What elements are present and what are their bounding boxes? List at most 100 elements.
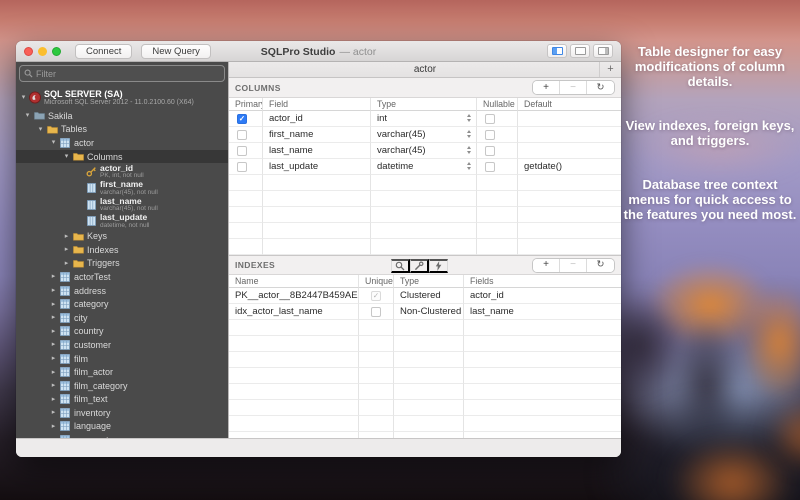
refresh-indexes-button[interactable]: ↻ xyxy=(587,259,614,272)
tree-item-city[interactable]: ▸city xyxy=(16,311,228,325)
close-button[interactable] xyxy=(24,47,33,56)
tree-item-film-text[interactable]: ▸film_text xyxy=(16,393,228,407)
index-name-cell[interactable]: idx_actor_last_name xyxy=(229,304,359,320)
primary-checkbox[interactable] xyxy=(237,130,247,140)
titlebar[interactable]: Connect New Query SQLPro Studio — actor xyxy=(16,41,621,62)
tree-item-actor-id[interactable]: actor_idPK, int, not null xyxy=(16,163,228,180)
index-empty-row[interactable] xyxy=(229,352,621,368)
disclosure-down-icon[interactable]: ▾ xyxy=(48,139,59,146)
primary-checkbox[interactable] xyxy=(237,114,247,124)
refresh-columns-button[interactable]: ↻ xyxy=(587,81,614,94)
disclosure-right-icon[interactable]: ▸ xyxy=(48,355,59,362)
tree-item-country[interactable]: ▸country xyxy=(16,325,228,339)
field-cell[interactable]: last_name xyxy=(263,143,371,159)
disclosure-down-icon[interactable]: ▾ xyxy=(22,112,33,119)
disclosure-right-icon[interactable]: ▸ xyxy=(61,233,72,240)
disclosure-right-icon[interactable]: ▸ xyxy=(48,341,59,348)
index-type-cell[interactable]: Clustered xyxy=(394,288,464,304)
tree-item-last-name[interactable]: last_namevarchar(45), not null xyxy=(16,196,228,213)
tree-item-customer[interactable]: ▸customer xyxy=(16,338,228,352)
index-empty-row[interactable] xyxy=(229,320,621,336)
column-empty-row[interactable] xyxy=(229,239,621,255)
filter-box[interactable] xyxy=(19,65,225,82)
field-cell[interactable]: last_update xyxy=(263,159,371,175)
disclosure-down-icon[interactable]: ▾ xyxy=(61,153,72,160)
column-empty-row[interactable] xyxy=(229,191,621,207)
type-stepper[interactable] xyxy=(467,162,471,170)
type-cell[interactable]: datetime xyxy=(371,159,477,175)
tree-item-actortest[interactable]: ▸actorTest xyxy=(16,270,228,284)
new-query-button[interactable]: New Query xyxy=(141,44,211,59)
tree-item-language[interactable]: ▸language xyxy=(16,420,228,434)
disclosure-right-icon[interactable]: ▸ xyxy=(48,328,59,335)
toggle-right-panel-button[interactable] xyxy=(593,44,613,58)
disclosure-right-icon[interactable]: ▸ xyxy=(48,369,59,376)
index-type-cell[interactable]: Non-Clustered xyxy=(394,304,464,320)
type-cell[interactable]: int xyxy=(371,111,477,127)
column-empty-row[interactable] xyxy=(229,207,621,223)
index-row-pk-actor-8b2447b459ae7-[interactable]: PK__actor__8B2447B459AE7... Clusteredacto… xyxy=(229,288,621,304)
disclosure-down-icon[interactable]: ▾ xyxy=(35,126,46,133)
nullable-checkbox[interactable] xyxy=(485,162,495,172)
index-row-idx-actor-last-name[interactable]: idx_actor_last_name Non-Clusteredlast_nam… xyxy=(229,304,621,320)
tree-item-columns[interactable]: ▾Columns xyxy=(16,150,228,164)
type-cell[interactable]: varchar(45) xyxy=(371,127,477,143)
zoom-button[interactable] xyxy=(52,47,61,56)
default-cell[interactable] xyxy=(518,111,621,127)
disclosure-right-icon[interactable]: ▸ xyxy=(48,314,59,321)
tree-item-first-name[interactable]: first_namevarchar(45), not null xyxy=(16,180,228,197)
field-cell[interactable]: actor_id xyxy=(263,111,371,127)
primary-checkbox[interactable] xyxy=(237,162,247,172)
tree-item-actor[interactable]: ▾actor xyxy=(16,136,228,150)
index-empty-row[interactable] xyxy=(229,368,621,384)
triggers-button[interactable] xyxy=(429,259,448,273)
default-cell[interactable] xyxy=(518,143,621,159)
tree-item-sakila[interactable]: ▾Sakila xyxy=(16,109,228,123)
filter-input[interactable] xyxy=(36,69,220,79)
disclosure-down-icon[interactable]: ▾ xyxy=(18,94,29,101)
disclosure-right-icon[interactable]: ▸ xyxy=(48,273,59,280)
tree-item-last-update[interactable]: last_updatedatetime, not null xyxy=(16,213,228,230)
toggle-editor-button[interactable] xyxy=(570,44,590,58)
column-row-actor-id[interactable]: actor_idint xyxy=(229,111,621,127)
disclosure-right-icon[interactable]: ▸ xyxy=(48,301,59,308)
type-cell[interactable]: varchar(45) xyxy=(371,143,477,159)
type-stepper[interactable] xyxy=(467,114,471,122)
disclosure-right-icon[interactable]: ▸ xyxy=(48,409,59,416)
tree-item-film[interactable]: ▸film xyxy=(16,352,228,366)
remove-index-button[interactable]: − xyxy=(560,259,587,272)
minimize-button[interactable] xyxy=(38,47,47,56)
tree-item-film-actor[interactable]: ▸film_actor xyxy=(16,365,228,379)
search-indexes-button[interactable] xyxy=(391,259,410,273)
index-fields-cell[interactable]: actor_id xyxy=(464,288,621,304)
connect-button[interactable]: Connect xyxy=(75,44,132,59)
unique-checkbox[interactable] xyxy=(371,291,381,301)
index-empty-row[interactable] xyxy=(229,432,621,438)
tree-item-address[interactable]: ▸address xyxy=(16,284,228,298)
disclosure-right-icon[interactable]: ▸ xyxy=(48,287,59,294)
column-row-last-update[interactable]: last_updatedatetime getdate() xyxy=(229,159,621,175)
tree-item-sql-server-sa-[interactable]: ▾SQL SERVER (SA)Microsoft SQL Server 201… xyxy=(16,86,228,109)
tree-item-indexes[interactable]: ▸Indexes xyxy=(16,243,228,257)
add-tab-button[interactable]: + xyxy=(599,62,621,77)
tree-item-triggers[interactable]: ▸Triggers xyxy=(16,257,228,271)
index-empty-row[interactable] xyxy=(229,384,621,400)
index-name-cell[interactable]: PK__actor__8B2447B459AE7... xyxy=(229,288,359,304)
disclosure-right-icon[interactable]: ▸ xyxy=(61,246,72,253)
field-cell[interactable]: first_name xyxy=(263,127,371,143)
primary-checkbox[interactable] xyxy=(237,146,247,156)
tree-item-category[interactable]: ▸category xyxy=(16,297,228,311)
add-column-button[interactable]: + xyxy=(533,81,560,94)
default-cell[interactable]: getdate() xyxy=(518,159,621,175)
column-empty-row[interactable] xyxy=(229,223,621,239)
tree-item-keys[interactable]: ▸Keys xyxy=(16,229,228,243)
nullable-checkbox[interactable] xyxy=(485,130,495,140)
index-fields-cell[interactable]: last_name xyxy=(464,304,621,320)
remove-column-button[interactable]: − xyxy=(560,81,587,94)
disclosure-right-icon[interactable]: ▸ xyxy=(61,260,72,267)
tree-item-film-category[interactable]: ▸film_category xyxy=(16,379,228,393)
index-empty-row[interactable] xyxy=(229,416,621,432)
maintenance-button[interactable] xyxy=(410,259,429,273)
nullable-checkbox[interactable] xyxy=(485,114,495,124)
disclosure-right-icon[interactable]: ▸ xyxy=(48,382,59,389)
